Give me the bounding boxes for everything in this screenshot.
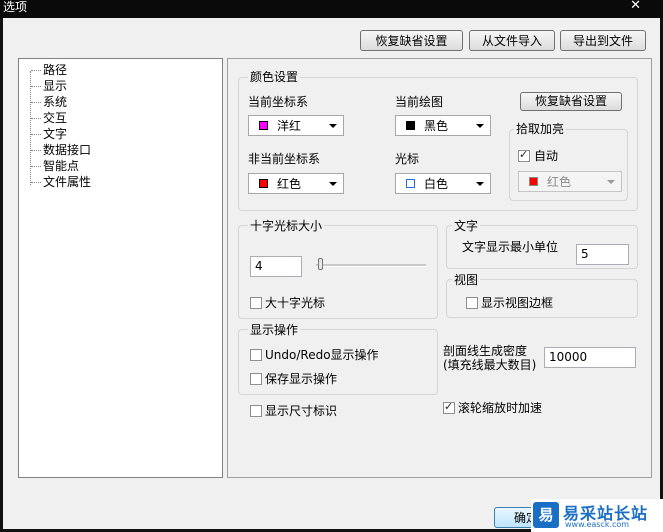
- save-display-label: 保存显示操作: [265, 372, 338, 386]
- options-dialog: 选项 ✕ 恢复缺省设置 从文件导入 导出到文件 路径 显示 系统 交互 文字 数…: [0, 0, 663, 532]
- watermark-url: www.easck.com: [565, 520, 630, 529]
- undo-redo-label: Undo/Redo显示操作: [265, 348, 379, 362]
- chevron-down-icon: [476, 124, 484, 128]
- import-from-file-button[interactable]: 从文件导入: [469, 30, 555, 51]
- chevron-down-icon: [607, 180, 615, 184]
- show-view-border-label: 显示视图边框: [481, 296, 554, 310]
- current-drawing-color-select[interactable]: 黑色: [395, 115, 491, 136]
- wheel-zoom-accel-label: 滚轮缩放时加速: [458, 401, 543, 415]
- restore-defaults-button[interactable]: 恢复缺省设置: [360, 30, 463, 51]
- noncurrent-coord-color-value: 红色: [277, 177, 302, 191]
- pick-highlight-color-select[interactable]: 红色: [518, 171, 622, 192]
- dialog-client: 恢复缺省设置 从文件导入 导出到文件 路径 显示 系统 交互 文字 数据接口 智…: [3, 18, 660, 529]
- color-settings-title: 颜色设置: [248, 70, 301, 84]
- show-dimension-checkbox[interactable]: [250, 405, 262, 417]
- show-view-border-checkbox[interactable]: [466, 297, 478, 309]
- display-settings-panel: 颜色设置 当前坐标系 洋红 当前绘图 黑色 恢复缺省设置 非当前坐标系 红色 光…: [227, 58, 652, 478]
- current-coord-label: 当前坐标系: [248, 95, 309, 109]
- tree-connector-line: [30, 71, 31, 185]
- hatch-density-sublabel: (填充线最大数目): [443, 358, 537, 372]
- text-min-unit-label: 文字显示最小单位: [462, 240, 559, 254]
- current-coord-color-select[interactable]: 洋红: [248, 115, 344, 136]
- chevron-down-icon: [476, 182, 484, 186]
- close-icon[interactable]: ✕: [630, 0, 641, 13]
- pick-highlight-color-value: 红色: [547, 175, 572, 189]
- options-tree[interactable]: 路径 显示 系统 交互 文字 数据接口 智能点 文件属性: [18, 58, 223, 478]
- text-min-unit-input[interactable]: 5: [576, 244, 629, 265]
- color-restore-defaults-button[interactable]: 恢复缺省设置: [520, 92, 622, 111]
- title-bar: 选项 ✕: [0, 0, 663, 18]
- current-coord-color-value: 洋红: [277, 119, 302, 133]
- current-drawing-label: 当前绘图: [395, 95, 444, 109]
- cursor-color-label: 光标: [395, 152, 420, 166]
- red-swatch-icon: [529, 177, 538, 186]
- white-swatch-icon: [406, 179, 415, 188]
- window-title: 选项: [3, 0, 28, 14]
- hatch-density-input[interactable]: 10000: [544, 347, 636, 368]
- pick-highlight-title: 拾取加亮: [514, 122, 567, 136]
- crosshair-size-slider-thumb[interactable]: [318, 258, 323, 270]
- undo-redo-checkbox[interactable]: [250, 349, 262, 361]
- noncurrent-coord-label: 非当前坐标系: [248, 152, 321, 166]
- auto-highlight-checkbox[interactable]: [518, 148, 530, 162]
- view-group-title: 视图: [452, 273, 481, 287]
- show-dimension-label: 显示尺寸标识: [265, 404, 338, 418]
- hatch-density-label: 剖面线生成密度: [443, 344, 528, 358]
- big-crosshair-checkbox[interactable]: [250, 297, 262, 309]
- crosshair-size-input[interactable]: 4: [250, 256, 302, 277]
- cursor-color-select[interactable]: 白色: [395, 173, 491, 194]
- crosshair-size-slider-track[interactable]: [316, 264, 426, 267]
- black-swatch-icon: [406, 121, 415, 130]
- display-ops-title: 显示操作: [248, 323, 301, 337]
- noncurrent-coord-color-select[interactable]: 红色: [248, 173, 344, 194]
- save-display-checkbox[interactable]: [250, 373, 262, 385]
- magenta-swatch-icon: [259, 121, 268, 130]
- site-logo-icon: 易: [533, 502, 559, 528]
- crosshair-title: 十字光标大小: [248, 219, 325, 233]
- wheel-zoom-accel-checkbox[interactable]: [443, 400, 455, 414]
- big-crosshair-label: 大十字光标: [265, 296, 326, 310]
- chevron-down-icon: [329, 124, 337, 128]
- auto-highlight-label: 自动: [534, 149, 559, 163]
- cursor-color-value: 白色: [424, 177, 449, 191]
- current-drawing-color-value: 黑色: [424, 119, 449, 133]
- red-swatch-icon: [259, 179, 268, 188]
- export-to-file-button[interactable]: 导出到文件: [560, 30, 646, 51]
- watermark: 易 易采站长站 www.easck.com: [531, 499, 663, 532]
- text-group-title: 文字: [452, 219, 481, 233]
- chevron-down-icon: [329, 182, 337, 186]
